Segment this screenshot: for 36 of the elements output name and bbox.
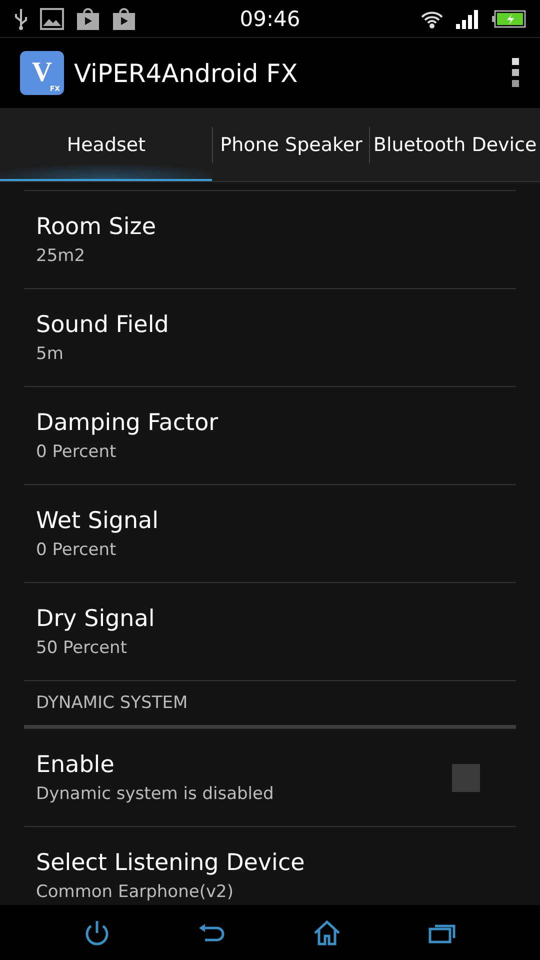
store-icon [112, 6, 136, 30]
section-title: DYNAMIC SYSTEM [36, 693, 188, 713]
preference-item[interactable]: Damping Factor 0 Percent [24, 386, 516, 484]
checkbox[interactable] [452, 764, 480, 792]
preference-item[interactable]: Dry Signal 50 Percent [24, 582, 516, 680]
overflow-menu-icon[interactable] [512, 58, 520, 88]
preference-item[interactable]: Sound Field 5m [24, 288, 516, 386]
preference-summary: Common Earphone(v2) [36, 882, 234, 902]
preference-summary: 5m [36, 344, 64, 364]
preference-title: Enable [36, 752, 116, 778]
preference-title: Damping Factor [36, 410, 220, 436]
preference-summary: 0 Percent [36, 540, 118, 560]
store-icon [76, 6, 100, 30]
preference-title: Dry Signal [36, 606, 156, 632]
preference-summary: Dynamic system is disabled [36, 784, 275, 804]
image-icon [40, 8, 64, 30]
status-time: 09:46 [240, 6, 300, 30]
app-title: ViPER4Android FX [74, 58, 299, 88]
power-icon[interactable] [84, 918, 110, 946]
battery-icon [492, 10, 526, 28]
home-icon[interactable] [312, 920, 341, 946]
preference-summary: 50 Percent [36, 638, 128, 658]
preference-item[interactable]: Wet Signal 0 Percent [24, 484, 516, 582]
signal-icon [456, 8, 480, 28]
preference-item[interactable]: Room Size 25m2 [24, 190, 516, 288]
preference-title: Room Size [36, 214, 158, 240]
preference-title: Sound Field [36, 312, 170, 338]
tab[interactable]: Phone Speaker [213, 108, 370, 181]
tab[interactable]: Bluetooth Device [370, 108, 540, 181]
preference-title: Select Listening Device [36, 850, 306, 876]
back-icon[interactable] [197, 922, 226, 944]
preference-summary: 25m2 [36, 246, 86, 266]
preference-summary: 0 Percent [36, 442, 118, 462]
preference-item[interactable]: Enable Dynamic system is disabled [24, 728, 516, 826]
usb-icon [14, 6, 28, 30]
preference-title: Wet Signal [36, 508, 160, 534]
